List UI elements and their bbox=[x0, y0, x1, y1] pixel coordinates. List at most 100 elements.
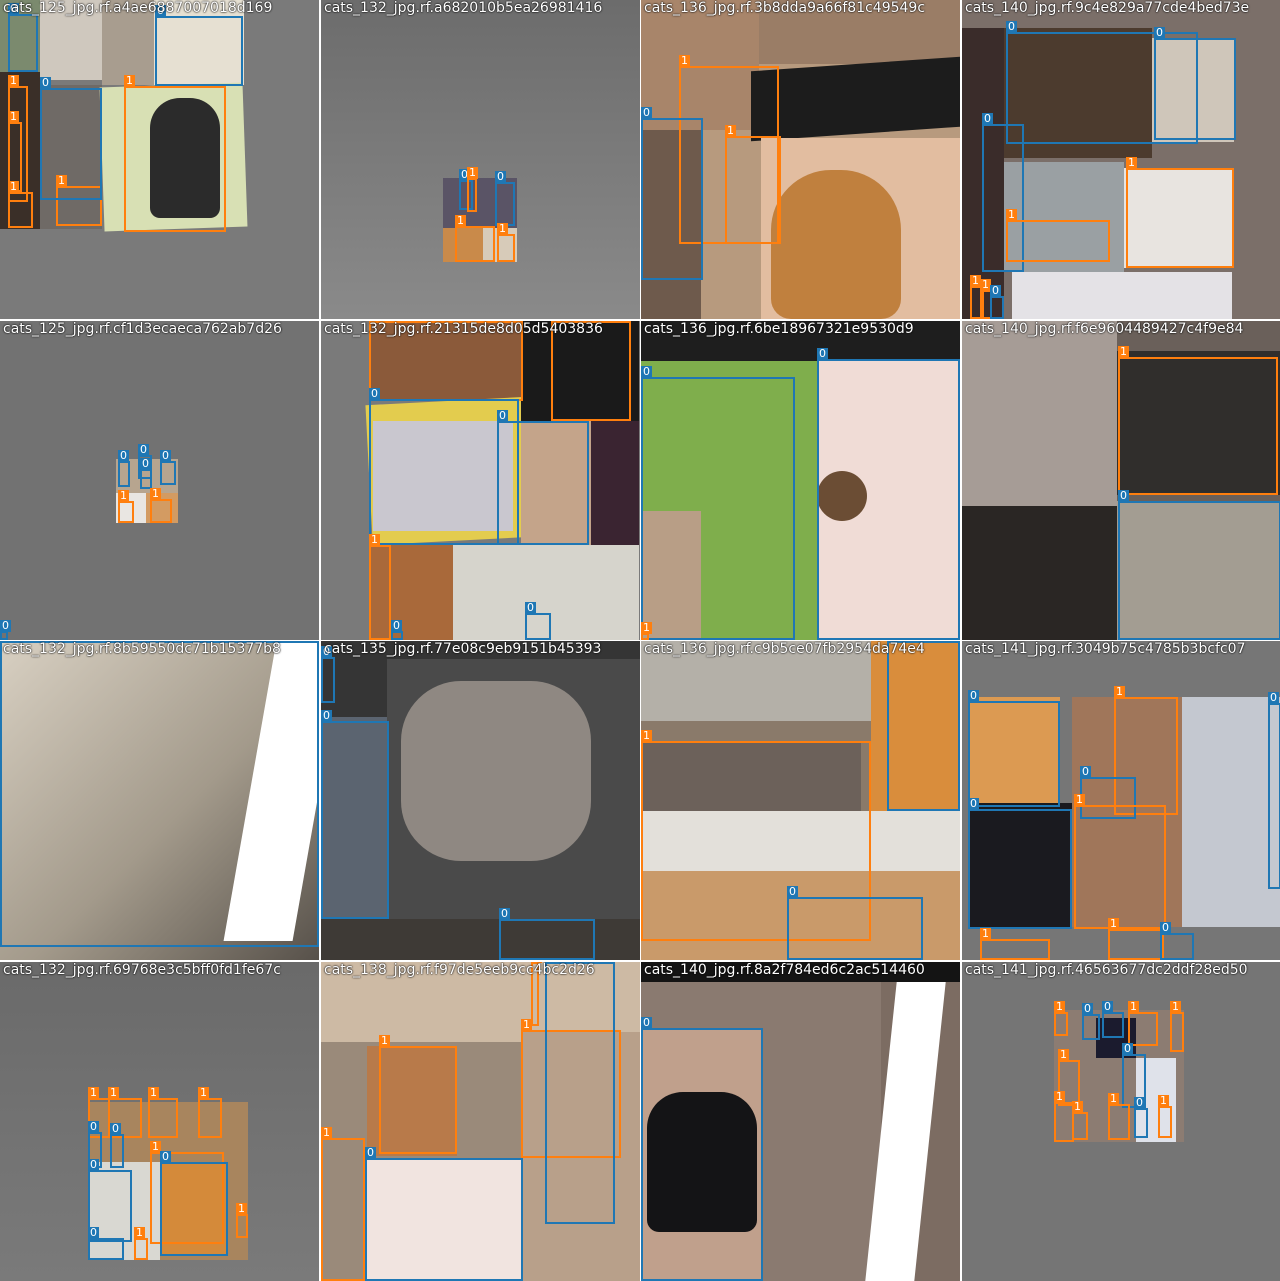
image-piece bbox=[962, 321, 1117, 506]
tile-title: cats_141_jpg.rf.46563677dc2ddf28ed50 bbox=[965, 962, 1248, 978]
bbox-label: 0 bbox=[495, 170, 506, 183]
bbox-label: 0 bbox=[369, 387, 380, 400]
bbox: 1 bbox=[1170, 1001, 1184, 1052]
mosaic-tile: 0 0 0 0 1 1 0 cats_125_jpg.rf.cf1d3ecaec… bbox=[0, 321, 319, 640]
bbox: 1 bbox=[379, 1035, 457, 1154]
bbox-label: 1 bbox=[1054, 1090, 1065, 1103]
bbox-label: 0 bbox=[990, 284, 1001, 297]
bbox: 1 bbox=[980, 928, 1050, 960]
mosaic-tile: 0 cats_132_jpg.rf.8b59550dc71b15377b8 bbox=[0, 641, 319, 960]
bbox: 1 bbox=[321, 1127, 365, 1281]
bbox: 0 bbox=[160, 450, 176, 485]
bbox-label: 1 bbox=[198, 1086, 209, 1099]
bbox: 1 bbox=[1054, 1001, 1068, 1036]
bbox-label: 0 bbox=[88, 1158, 99, 1171]
bbox: 0 bbox=[0, 620, 11, 640]
bbox-label: 0 bbox=[110, 1122, 121, 1135]
tile-title: cats_125_jpg.rf.a4ae6887007018d169 bbox=[3, 0, 273, 16]
bbox-label: 1 bbox=[369, 533, 380, 546]
bbox: 0 bbox=[40, 77, 102, 200]
bbox: 1 bbox=[198, 1087, 222, 1138]
bbox: 1 bbox=[1108, 918, 1164, 960]
bbox: 0 bbox=[118, 450, 130, 487]
bbox: 1 bbox=[118, 490, 134, 523]
bbox: 0 bbox=[1160, 922, 1194, 960]
bbox: 0 bbox=[1082, 1003, 1100, 1040]
bbox-label: 1 bbox=[1170, 1000, 1181, 1013]
mosaic-tile: 0 cats_140_jpg.rf.8a2f784ed6c2ac514460 bbox=[641, 962, 960, 1281]
bbox: 0 bbox=[1134, 1097, 1148, 1138]
bbox-label: 0 bbox=[1122, 1042, 1133, 1055]
bbox: 1 bbox=[1108, 1093, 1130, 1140]
bbox: 0 bbox=[817, 348, 960, 640]
bbox-label: 0 bbox=[88, 1226, 99, 1239]
bbox-label: 1 bbox=[8, 74, 19, 87]
tile-title: cats_136_jpg.rf.c9b5ce07fb2954da74e4 bbox=[644, 641, 925, 657]
bbox-label: 1 bbox=[1108, 1092, 1119, 1105]
mosaic-tile: 0 0 0 cats_135_jpg.rf.77e08c9eb9151b4539… bbox=[321, 641, 640, 960]
bbox-label: 1 bbox=[88, 1086, 99, 1099]
bbox: 0 bbox=[321, 710, 389, 919]
image-piece bbox=[1182, 697, 1280, 927]
bbox-label: 1 bbox=[1108, 917, 1119, 930]
bbox-label: 1 bbox=[641, 621, 652, 634]
image-piece bbox=[591, 421, 639, 545]
bbox: 0 bbox=[155, 5, 243, 86]
bbox-label: 1 bbox=[641, 729, 652, 742]
image-piece bbox=[962, 506, 1117, 640]
bbox: 1 bbox=[8, 181, 33, 228]
bbox-label: 1 bbox=[124, 74, 135, 87]
bbox-label: 0 bbox=[787, 885, 798, 898]
bbox: 0 bbox=[1118, 490, 1280, 640]
bbox-label: 0 bbox=[160, 1150, 171, 1163]
mosaic-tile: 1 1 1 1 0 0 0 1 0 1 1 0 cats_132_jpg.rf.… bbox=[0, 962, 319, 1281]
bbox: 0 bbox=[8, 3, 38, 72]
bbox-label: 0 bbox=[138, 443, 149, 456]
bbox: 1 bbox=[1074, 794, 1166, 929]
bbox: 1 bbox=[1126, 157, 1234, 268]
bbox: 1 bbox=[1158, 1095, 1172, 1138]
bbox-label: 1 bbox=[980, 927, 991, 940]
bbox-label: 0 bbox=[497, 409, 508, 422]
image-piece bbox=[401, 681, 591, 861]
bbox: 0 bbox=[990, 285, 1004, 319]
image-piece bbox=[751, 56, 960, 142]
bbox-label: 1 bbox=[321, 1126, 332, 1139]
bbox-label: 0 bbox=[88, 1120, 99, 1133]
bbox: 0 bbox=[160, 1151, 228, 1256]
bbox: 0 bbox=[641, 107, 703, 280]
mosaic-tile: 1 0 0 cats_136_jpg.rf.c9b5ce07fb2954da74… bbox=[641, 641, 960, 960]
bbox-label: 1 bbox=[679, 54, 690, 67]
bbox-label: 0 bbox=[1118, 489, 1129, 502]
bbox-label: 1 bbox=[1072, 1100, 1083, 1113]
bbox: 0 bbox=[641, 366, 795, 640]
mosaic-tile: 1 0 0 1 1 1 0 1 1 0 1 1 cats_141_jpg.rf.… bbox=[962, 962, 1280, 1281]
bbox-label: 1 bbox=[497, 222, 508, 235]
tile-background bbox=[321, 0, 640, 319]
bbox: 0 bbox=[140, 458, 152, 489]
mosaic-tile: 1 0 0 1 1 0 0 cats_132_jpg.rf.21315de8d0… bbox=[321, 321, 640, 640]
mosaic-tile: 1 0 cats_140_jpg.rf.f6e9604489427c4f9e84 bbox=[962, 321, 1280, 640]
bbox-label: 0 bbox=[321, 709, 332, 722]
bbox: 1 bbox=[150, 488, 172, 523]
bbox: 0 bbox=[495, 171, 515, 226]
bbox-label: 0 bbox=[391, 619, 402, 632]
mosaic-tile: 0 0 1 cats_136_jpg.rf.6be18967321e9530d9 bbox=[641, 321, 960, 640]
bbox-label: 0 bbox=[1160, 921, 1171, 934]
bbox-label: 0 bbox=[641, 365, 652, 378]
bbox: 1 bbox=[369, 534, 391, 640]
bbox-label: 0 bbox=[1102, 1000, 1113, 1013]
bbox-label: 1 bbox=[1118, 345, 1129, 358]
bbox: 1 bbox=[1054, 1091, 1074, 1142]
bbox-label: 0 bbox=[641, 1016, 652, 1029]
bbox: 0 bbox=[0, 641, 319, 947]
bbox: 0 bbox=[525, 602, 551, 640]
bbox-label: 0 bbox=[40, 76, 51, 89]
tile-title: cats_132_jpg.rf.21315de8d05d5403836 bbox=[324, 321, 603, 337]
bbox-label: 0 bbox=[1006, 20, 1017, 33]
tile-title: cats_132_jpg.rf.a682010b5ea26981416 bbox=[324, 0, 603, 16]
tile-title: cats_140_jpg.rf.8a2f784ed6c2ac514460 bbox=[644, 962, 925, 978]
bbox-label: 1 bbox=[134, 1226, 145, 1239]
bbox-label: 0 bbox=[499, 907, 510, 920]
bbox-label: 1 bbox=[8, 110, 19, 123]
